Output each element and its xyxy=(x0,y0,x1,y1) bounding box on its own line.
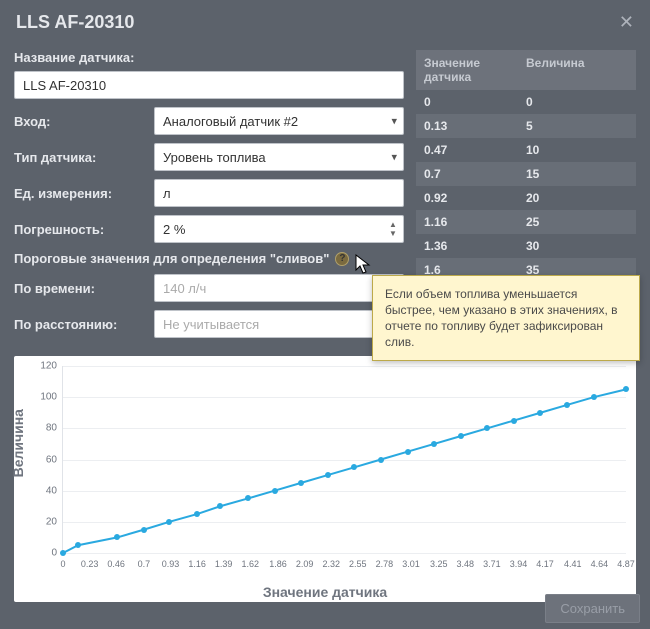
form-panel: Название датчика: Вход: Аналоговый датчи… xyxy=(14,50,404,346)
th-value: Величина xyxy=(526,56,628,84)
xtick: 2.55 xyxy=(349,553,367,569)
sensor-type-label: Тип датчика: xyxy=(14,150,154,165)
by-time-input[interactable] xyxy=(154,274,404,302)
unit-label: Ед. измерения: xyxy=(14,186,154,201)
stepper-arrows[interactable]: ▲ ▼ xyxy=(386,217,400,241)
info-icon[interactable]: ? xyxy=(335,252,349,266)
chevron-down-icon: ▾ xyxy=(391,115,397,128)
chart-point xyxy=(60,550,66,556)
error-input[interactable] xyxy=(154,215,404,243)
chevron-down-icon: ▾ xyxy=(391,151,397,164)
ytick: 40 xyxy=(46,485,63,496)
chart-point xyxy=(378,457,384,463)
cell-value: 0 xyxy=(526,95,628,109)
table-row[interactable]: 0.9220 xyxy=(416,186,636,210)
table-header: Значение датчика Величина xyxy=(416,50,636,90)
chart-point xyxy=(272,488,278,494)
xtick: 2.09 xyxy=(296,553,314,569)
error-label: Погрешность: xyxy=(14,222,154,237)
xtick: 3.71 xyxy=(483,553,501,569)
table-row[interactable]: 0.135 xyxy=(416,114,636,138)
cell-sensor: 0 xyxy=(424,95,526,109)
xtick: 4.64 xyxy=(591,553,609,569)
table-row[interactable]: 0.715 xyxy=(416,162,636,186)
cell-sensor: 0.47 xyxy=(424,143,526,157)
ytick: 120 xyxy=(40,361,63,372)
chart-ylabel: Величина xyxy=(10,409,26,477)
cell-sensor: 0.7 xyxy=(424,167,526,181)
table-row[interactable]: 1.1625 xyxy=(416,210,636,234)
chevron-up-icon: ▲ xyxy=(386,220,400,229)
cell-value: 20 xyxy=(526,191,628,205)
xtick: 3.25 xyxy=(430,553,448,569)
sensor-settings-dialog: LLS AF-20310 ✕ Название датчика: Вход: А… xyxy=(0,0,650,629)
xtick: 4.41 xyxy=(564,553,582,569)
xtick: 1.39 xyxy=(215,553,233,569)
input-channel-value: Аналоговый датчик #2 xyxy=(163,114,298,129)
sensor-type-value: Уровень топлива xyxy=(163,150,266,165)
chart-point xyxy=(431,441,437,447)
th-sensor: Значение датчика xyxy=(424,56,526,84)
ytick: 20 xyxy=(46,516,63,527)
cell-sensor: 0.92 xyxy=(424,191,526,205)
xtick: 0.7 xyxy=(138,553,151,569)
cell-value: 25 xyxy=(526,215,628,229)
input-channel-select[interactable]: Аналоговый датчик #2 ▾ xyxy=(154,107,404,135)
cell-value: 10 xyxy=(526,143,628,157)
calibration-chart: Величина 02040608010012000.230.460.70.93… xyxy=(14,356,636,602)
xtick: 3.94 xyxy=(510,553,528,569)
dialog-footer: Сохранить xyxy=(545,594,640,623)
chart-xlabel: Значение датчика xyxy=(14,584,636,600)
sensor-name-label: Название датчика: xyxy=(14,50,154,65)
chart-point xyxy=(141,527,147,533)
cell-sensor: 1.36 xyxy=(424,239,526,253)
dialog-title: LLS AF-20310 xyxy=(16,12,134,33)
table-row[interactable]: 1.3630 xyxy=(416,234,636,258)
titlebar: LLS AF-20310 ✕ xyxy=(0,0,650,44)
thresholds-text: Пороговые значения для определения "слив… xyxy=(14,251,329,266)
ytick: 100 xyxy=(40,392,63,403)
xtick: 3.48 xyxy=(457,553,475,569)
chart-point xyxy=(405,449,411,455)
cell-value: 15 xyxy=(526,167,628,181)
table-row[interactable]: 00 xyxy=(416,90,636,114)
sensor-type-select[interactable]: Уровень топлива ▾ xyxy=(154,143,404,171)
cell-sensor: 1.16 xyxy=(424,215,526,229)
chart-point xyxy=(623,386,629,392)
ytick: 60 xyxy=(46,454,63,465)
input-channel-label: Вход: xyxy=(14,114,154,129)
xtick: 4.87 xyxy=(617,553,635,569)
chart-point xyxy=(564,402,570,408)
xtick: 4.17 xyxy=(536,553,554,569)
chart-point xyxy=(458,433,464,439)
thresholds-section-label: Пороговые значения для определения "слив… xyxy=(14,251,404,266)
xtick: 1.86 xyxy=(269,553,287,569)
xtick: 0.46 xyxy=(107,553,125,569)
table-row[interactable]: 0.4710 xyxy=(416,138,636,162)
by-distance-input[interactable] xyxy=(154,310,404,338)
cell-value: 5 xyxy=(526,119,628,133)
by-time-label: По времени: xyxy=(14,281,154,296)
chart-point xyxy=(298,480,304,486)
chart-point xyxy=(591,394,597,400)
sensor-name-input[interactable] xyxy=(14,71,404,99)
by-distance-label: По расстоянию: xyxy=(14,317,154,332)
save-button[interactable]: Сохранить xyxy=(545,594,640,623)
cell-sensor: 0.13 xyxy=(424,119,526,133)
xtick: 1.62 xyxy=(242,553,260,569)
chevron-down-icon: ▼ xyxy=(386,229,400,238)
xtick: 0.93 xyxy=(162,553,180,569)
close-icon[interactable]: ✕ xyxy=(619,12,634,33)
chart-point xyxy=(325,472,331,478)
xtick: 1.16 xyxy=(188,553,206,569)
xtick: 2.32 xyxy=(322,553,340,569)
info-tooltip: Если объем топлива уменьшается быстрее, … xyxy=(372,275,640,361)
ytick: 80 xyxy=(46,423,63,434)
unit-input[interactable] xyxy=(154,179,404,207)
chart-point xyxy=(511,418,517,424)
cell-value: 30 xyxy=(526,239,628,253)
xtick: 3.01 xyxy=(402,553,420,569)
xtick: 0.23 xyxy=(81,553,99,569)
xtick: 2.78 xyxy=(376,553,394,569)
